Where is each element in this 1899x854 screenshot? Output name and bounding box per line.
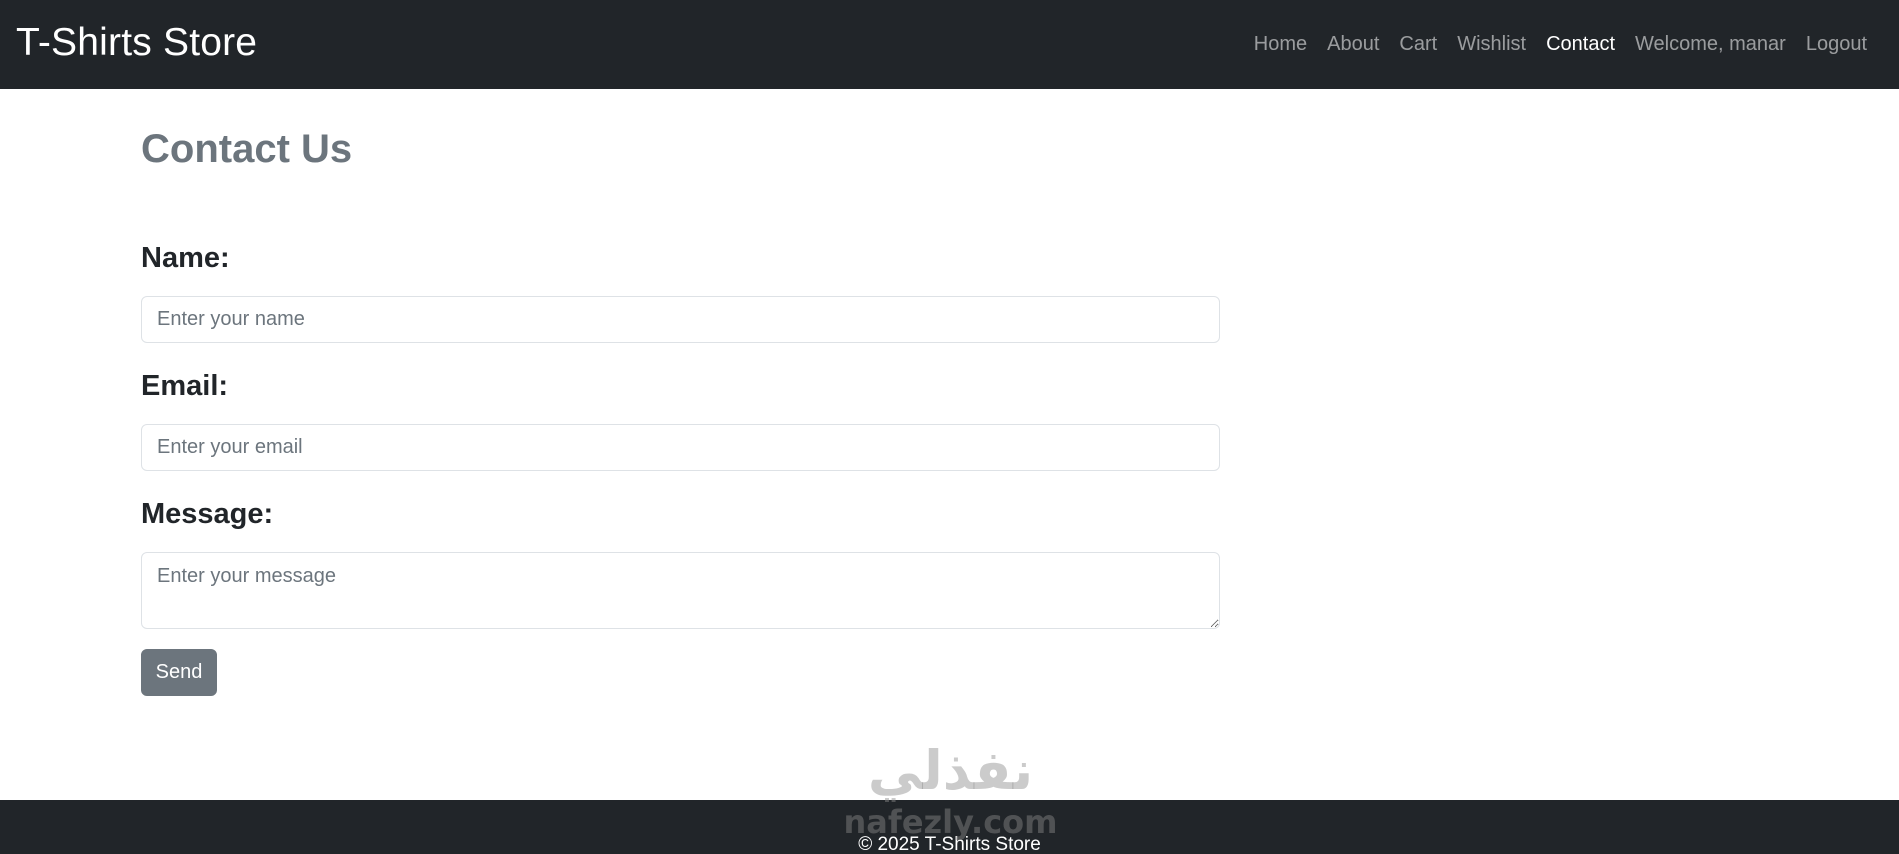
nav-link-cart[interactable]: Cart	[1389, 33, 1447, 56]
email-label: Email:	[141, 370, 229, 402]
message-group: Message:	[141, 496, 1221, 629]
nav-link-contact[interactable]: Contact	[1536, 33, 1625, 56]
watermark-logo: نفذلي	[867, 739, 1034, 802]
send-button[interactable]: Send	[141, 649, 217, 696]
message-label: Message:	[141, 498, 274, 530]
message-textarea[interactable]	[141, 552, 1220, 629]
email-input[interactable]	[141, 424, 1220, 471]
logout-link[interactable]: Logout	[1796, 33, 1877, 56]
top-navbar: T-Shirts Store Home About Cart Wishlist …	[0, 0, 1899, 89]
brand-logo-text[interactable]: T-Shirts Store	[16, 21, 257, 65]
nav-link-home[interactable]: Home	[1244, 33, 1317, 56]
name-label: Name:	[141, 242, 230, 274]
nav-link-wishlist[interactable]: Wishlist	[1447, 33, 1536, 56]
name-input[interactable]	[141, 296, 1220, 343]
contact-main: Contact Us Name: Email: Message: Send	[141, 89, 1221, 696]
email-group: Email:	[141, 368, 1221, 471]
page-footer: © 2025 T-Shirts Store	[0, 800, 1899, 854]
nav-link-about[interactable]: About	[1317, 33, 1389, 56]
footer-copyright: © 2025 T-Shirts Store	[858, 834, 1041, 854]
contact-form: Name: Email: Message: Send	[141, 240, 1221, 696]
welcome-user-text: Welcome, manar	[1635, 33, 1786, 55]
page-title: Contact Us	[141, 127, 353, 171]
nav-links: Home About Cart Wishlist Contact Welcome…	[1244, 33, 1877, 56]
name-group: Name:	[141, 240, 1221, 343]
